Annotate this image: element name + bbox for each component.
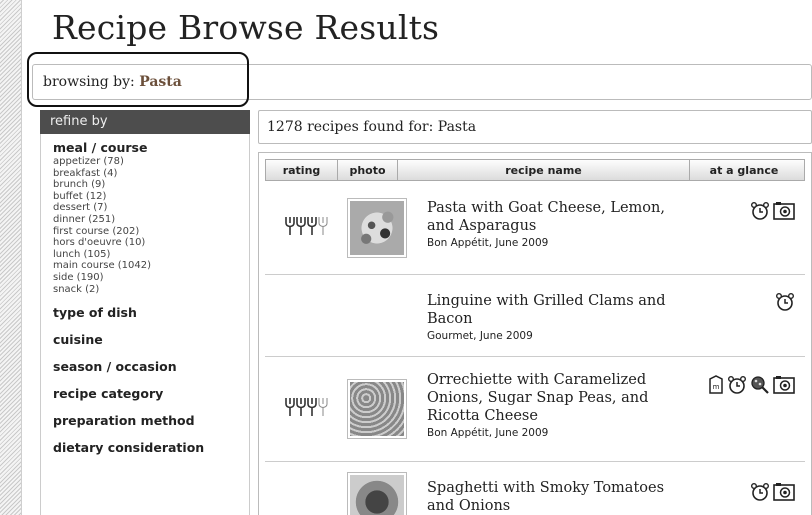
- table-row[interactable]: Spaghetti with Smoky Tomatoes and Onions: [265, 462, 805, 515]
- meal-item[interactable]: hors d'oeuvre (10): [53, 237, 249, 249]
- quick-clock-icon[interactable]: [750, 201, 770, 225]
- page: Recipe Browse Results browsing by: Pasta…: [22, 0, 812, 515]
- col-at-a-glance[interactable]: at a glance: [690, 160, 798, 180]
- meal-item[interactable]: buffet (12): [53, 191, 249, 203]
- table-header: rating photo recipe name at a glance: [265, 159, 805, 181]
- recipe-photo[interactable]: [347, 379, 407, 439]
- results-table: rating photo recipe name at a glance Pas…: [258, 152, 812, 515]
- meal-item[interactable]: appetizer (78): [53, 156, 249, 168]
- recipe-thumbnail: [350, 475, 404, 515]
- results-count: 1278 recipes found for: Pasta: [267, 119, 477, 135]
- table-row[interactable]: Pasta with Goat Cheese, Lemon, and Aspar…: [265, 181, 805, 275]
- quick-clock-icon[interactable]: [775, 292, 795, 316]
- fork-icon: [318, 397, 329, 421]
- recipe-title[interactable]: Linguine with Grilled Clams and Bacon: [427, 293, 666, 327]
- meal-item[interactable]: dessert (7): [53, 202, 249, 214]
- recipe-source: Bon Appétit, June 2009: [427, 427, 549, 439]
- table-row[interactable]: Orrechiette with Caramelized Onions, Sug…: [265, 357, 805, 462]
- recipe-photo[interactable]: [347, 198, 407, 258]
- recipe-source: Bon Appétit, June 2009: [427, 237, 549, 249]
- fork-icon: [296, 216, 307, 240]
- quick-clock-icon[interactable]: [750, 482, 770, 506]
- svg-text:m: m: [713, 383, 720, 391]
- col-photo[interactable]: photo: [338, 160, 398, 180]
- fork-rating: [285, 357, 329, 461]
- fork-icon: [285, 216, 296, 240]
- recipe-name[interactable]: Linguine with Grilled Clams and Bacon Gou…: [427, 292, 677, 343]
- at-a-glance-icons: [750, 201, 795, 225]
- category-recipe-category[interactable]: recipe category: [53, 386, 249, 413]
- photo-icon[interactable]: [773, 201, 795, 225]
- recipe-name[interactable]: Spaghetti with Smoky Tomatoes and Onions: [427, 479, 677, 515]
- menu-card-icon[interactable]: m: [708, 375, 724, 399]
- meal-course-list: appetizer (78) breakfast (4) brunch (9) …: [53, 156, 249, 295]
- refine-sidebar: refine by meal / course appetizer (78) b…: [40, 110, 250, 515]
- category-dietary-consideration[interactable]: dietary consideration: [53, 440, 249, 467]
- recipe-title[interactable]: Orrechiette with Caramelized Onions, Sug…: [427, 372, 648, 424]
- fork-icon: [285, 397, 296, 421]
- fork-icon: [318, 216, 329, 240]
- left-hatched-margin: [0, 0, 22, 515]
- recipe-name[interactable]: Pasta with Goat Cheese, Lemon, and Aspar…: [427, 199, 677, 250]
- meal-item[interactable]: brunch (9): [53, 179, 249, 191]
- recipe-title[interactable]: Spaghetti with Smoky Tomatoes and Onions: [427, 480, 664, 514]
- recipe-photo[interactable]: [347, 472, 407, 515]
- table-row[interactable]: Linguine with Grilled Clams and Bacon Gou…: [265, 275, 805, 357]
- meal-item[interactable]: side (190): [53, 272, 249, 284]
- category-season-occasion[interactable]: season / occasion: [53, 359, 249, 386]
- refine-by-header: refine by: [40, 110, 250, 134]
- photo-icon[interactable]: [773, 375, 795, 399]
- fork-rating: [285, 181, 329, 274]
- highlight-callout: [27, 52, 249, 107]
- meal-item[interactable]: first course (202): [53, 226, 249, 238]
- at-a-glance-icons: [775, 292, 795, 316]
- recipe-thumbnail: [350, 201, 404, 255]
- at-a-glance-icons: [750, 482, 795, 506]
- meal-item[interactable]: lunch (105): [53, 249, 249, 261]
- meal-item[interactable]: breakfast (4): [53, 168, 249, 180]
- vegetarian-icon[interactable]: [750, 375, 770, 399]
- category-meal-course[interactable]: meal / course: [53, 140, 249, 155]
- recipe-title[interactable]: Pasta with Goat Cheese, Lemon, and Aspar…: [427, 200, 665, 234]
- fork-icon: [296, 397, 307, 421]
- quick-clock-icon[interactable]: [727, 375, 747, 399]
- fork-icon: [307, 216, 318, 240]
- results-count-bar: 1278 recipes found for: Pasta: [258, 110, 812, 144]
- refine-body: meal / course appetizer (78) breakfast (…: [40, 134, 250, 515]
- page-title: Recipe Browse Results: [52, 8, 440, 47]
- fork-icon: [307, 397, 318, 421]
- category-type-of-dish[interactable]: type of dish: [53, 305, 249, 332]
- at-a-glance-icons: m: [708, 375, 795, 399]
- meal-item[interactable]: snack (2): [53, 284, 249, 296]
- category-cuisine[interactable]: cuisine: [53, 332, 249, 359]
- recipe-thumbnail: [350, 382, 404, 436]
- meal-item[interactable]: dinner (251): [53, 214, 249, 226]
- recipe-name[interactable]: Orrechiette with Caramelized Onions, Sug…: [427, 371, 677, 440]
- meal-item[interactable]: main course (1042): [53, 260, 249, 272]
- recipe-source: Gourmet, June 2009: [427, 330, 533, 342]
- photo-icon[interactable]: [773, 482, 795, 506]
- category-preparation-method[interactable]: preparation method: [53, 413, 249, 440]
- col-recipe-name[interactable]: recipe name: [398, 160, 690, 180]
- col-rating[interactable]: rating: [266, 160, 338, 180]
